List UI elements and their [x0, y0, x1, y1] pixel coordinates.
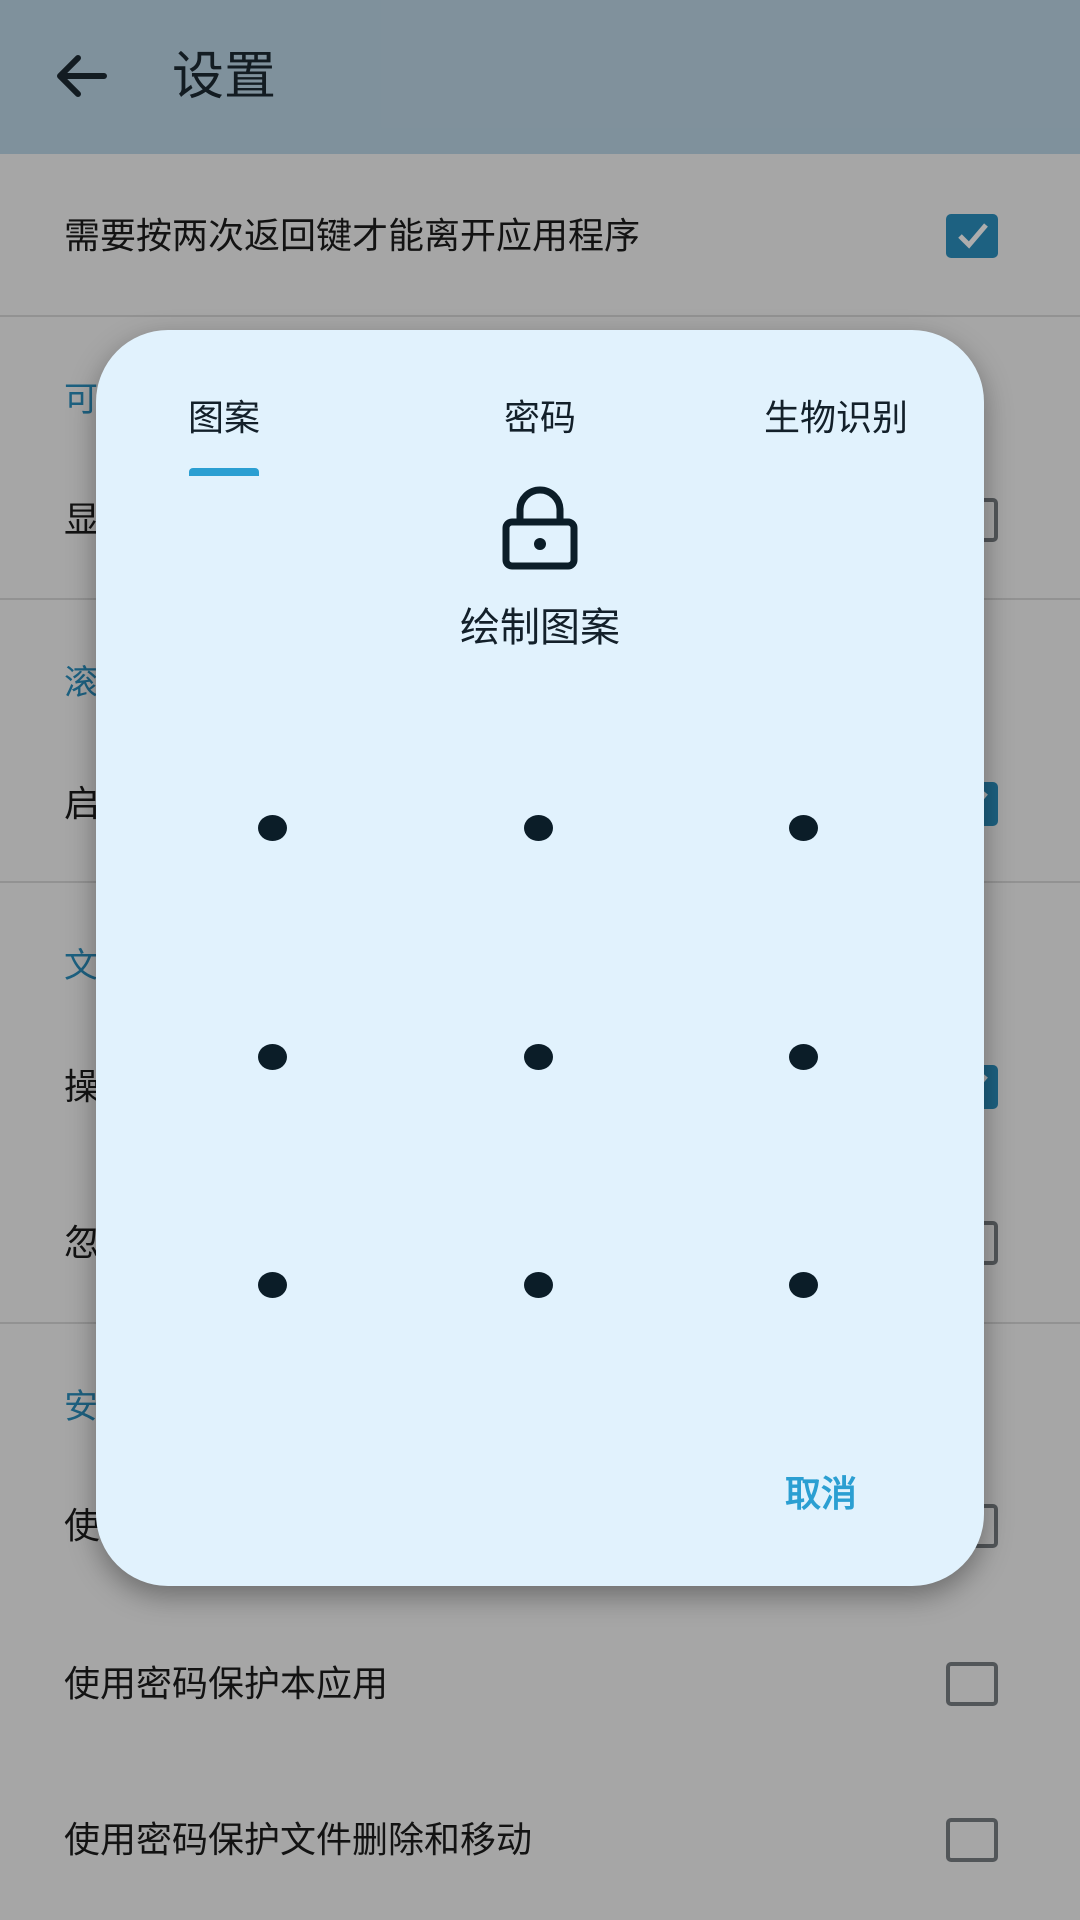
pattern-dot[interactable] [789, 1272, 818, 1298]
tab-label: 图案 [187, 398, 260, 439]
security-dialog: 图案 密码 生物识别 绘制图案 取消 [96, 330, 984, 1586]
pattern-dot[interactable] [258, 815, 287, 841]
tab-indicator [189, 468, 259, 476]
cancel-button[interactable]: 取消 [756, 1460, 886, 1530]
pattern-dot[interactable] [789, 815, 818, 841]
tab-label: 生物识别 [763, 398, 908, 439]
pattern-dot[interactable] [258, 1044, 287, 1070]
pattern-dot[interactable] [258, 1272, 287, 1298]
tab-biometric[interactable]: 生物识别 [721, 364, 951, 476]
tab-password[interactable]: 密码 [425, 364, 655, 476]
pattern-dot[interactable] [524, 1272, 553, 1298]
pattern-dot[interactable] [524, 815, 553, 841]
tab-pattern[interactable]: 图案 [109, 364, 339, 476]
lock-icon [502, 486, 578, 570]
pattern-dot[interactable] [789, 1044, 818, 1070]
pattern-dot[interactable] [524, 1044, 553, 1070]
tab-label: 密码 [503, 398, 576, 439]
dialog-title: 绘制图案 [460, 605, 620, 651]
